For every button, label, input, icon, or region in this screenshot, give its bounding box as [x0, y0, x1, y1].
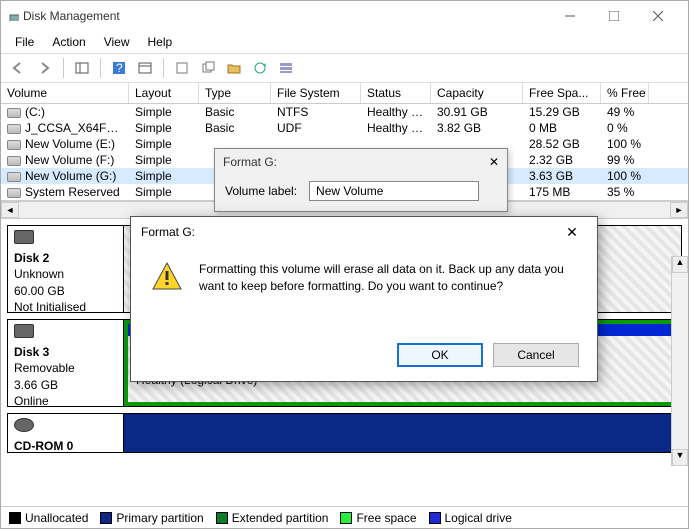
swatch-extended — [216, 512, 228, 524]
refresh-icon[interactable] — [248, 56, 272, 80]
scroll-right-icon[interactable]: ► — [670, 202, 688, 218]
app-icon — [9, 11, 19, 21]
disk-2-status: Not Initialised — [14, 300, 86, 314]
col-capacity[interactable]: Capacity — [431, 83, 523, 103]
close-icon[interactable]: ✕ — [557, 224, 587, 241]
disk-2-name: Disk 2 — [14, 251, 49, 265]
disk-icon — [14, 324, 34, 338]
volume-icon — [7, 172, 21, 182]
cancel-button[interactable]: Cancel — [493, 343, 579, 367]
table-row[interactable]: J_CCSA_X64FRE_E...SimpleBasicUDFHealthy … — [1, 120, 688, 136]
titlebar: Disk Management — [1, 1, 688, 31]
scroll-left-icon[interactable]: ◄ — [1, 202, 19, 218]
col-layout[interactable]: Layout — [129, 83, 199, 103]
svg-text:?: ? — [116, 61, 123, 75]
swatch-logical — [429, 512, 441, 524]
close-button[interactable] — [636, 2, 680, 30]
format-confirm-dialog: Format G: ✕ Formatting this volume will … — [130, 216, 598, 382]
volume-label-label: Volume label: — [225, 184, 297, 198]
settings-icon[interactable] — [133, 56, 157, 80]
folder-open-icon[interactable] — [222, 56, 246, 80]
volume-icon — [7, 124, 21, 134]
volume-list-header: Volume Layout Type File System Status Ca… — [1, 83, 688, 104]
volume-icon — [7, 140, 21, 150]
legend: Unallocated Primary partition Extended p… — [1, 506, 688, 528]
format-dialog: Format G: ✕ Volume label: — [214, 148, 508, 212]
cdrom-row[interactable]: CD-ROM 0 — [7, 413, 682, 453]
toolbar: ? — [1, 53, 688, 83]
menu-view[interactable]: View — [96, 33, 138, 51]
col-free[interactable]: Free Spa... — [523, 83, 601, 103]
cdrom-icon — [14, 418, 34, 432]
col-pctfree[interactable]: % Free — [601, 83, 649, 103]
volume-icon — [7, 108, 21, 118]
volume-icon — [7, 188, 21, 198]
close-icon[interactable]: ✕ — [489, 155, 499, 169]
col-filesystem[interactable]: File System — [271, 83, 361, 103]
menu-help[interactable]: Help — [140, 33, 181, 51]
menu-file[interactable]: File — [7, 33, 42, 51]
disk-icon — [14, 230, 34, 244]
volume-icon — [7, 156, 21, 166]
confirm-dialog-title: Format G: — [141, 225, 557, 239]
cdrom-partition[interactable] — [124, 414, 681, 452]
scroll-down-icon[interactable]: ▼ — [672, 449, 688, 466]
scroll-up-icon[interactable]: ▲ — [672, 256, 688, 273]
swatch-free — [340, 512, 352, 524]
action-icon-2[interactable] — [196, 56, 220, 80]
window-title: Disk Management — [19, 9, 548, 23]
swatch-unallocated — [9, 512, 21, 524]
help-icon[interactable]: ? — [107, 56, 131, 80]
warning-icon — [151, 261, 183, 293]
menu-action[interactable]: Action — [44, 33, 93, 51]
format-dialog-title: Format G: — [223, 155, 489, 169]
back-button[interactable] — [7, 56, 31, 80]
swatch-primary — [100, 512, 112, 524]
cdrom-name: CD-ROM 0 — [14, 439, 73, 452]
disk-3-type: Removable — [14, 361, 75, 375]
ok-button[interactable]: OK — [397, 343, 483, 367]
table-row[interactable]: (C:)SimpleBasicNTFSHealthy (B...30.91 GB… — [1, 104, 688, 120]
disk-3-size: 3.66 GB — [14, 378, 58, 392]
action-icon-1[interactable] — [170, 56, 194, 80]
disk-3-info: Disk 3 Removable 3.66 GB Online — [8, 320, 124, 406]
col-type[interactable]: Type — [199, 83, 271, 103]
list-icon[interactable] — [274, 56, 298, 80]
disk-2-size: 60.00 GB — [14, 284, 65, 298]
disk-2-info: Disk 2 Unknown 60.00 GB Not Initialised — [8, 226, 124, 312]
maximize-button[interactable] — [592, 2, 636, 30]
disk-2-type: Unknown — [14, 267, 64, 281]
show-hide-console-icon[interactable] — [70, 56, 94, 80]
col-volume[interactable]: Volume — [1, 83, 129, 103]
menubar: File Action View Help — [1, 31, 688, 53]
forward-button[interactable] — [33, 56, 57, 80]
confirm-message: Formatting this volume will erase all da… — [199, 261, 577, 295]
cdrom-info: CD-ROM 0 — [8, 414, 124, 452]
minimize-button[interactable] — [548, 2, 592, 30]
vertical-scrollbar[interactable]: ▲ ▼ — [671, 256, 688, 466]
volume-label-input[interactable] — [309, 181, 479, 201]
disk-3-name: Disk 3 — [14, 345, 49, 359]
disk-3-status: Online — [14, 394, 49, 408]
col-status[interactable]: Status — [361, 83, 431, 103]
